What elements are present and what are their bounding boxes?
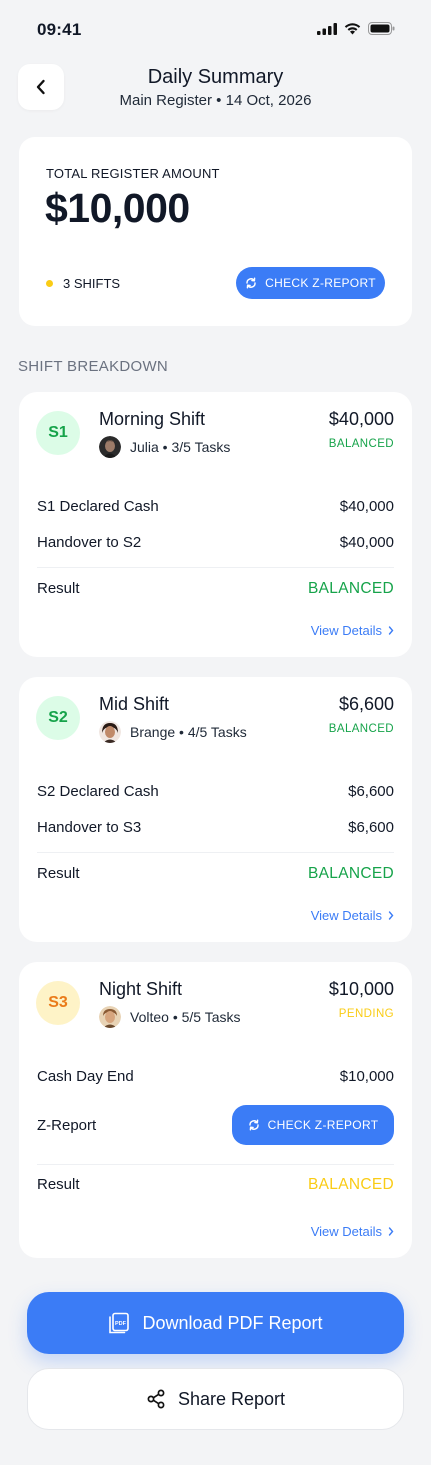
check-z-report-label: CHECK Z-REPORT xyxy=(267,1118,379,1132)
shift-badge: S3 xyxy=(36,981,80,1025)
wifi-icon xyxy=(344,23,361,35)
battery-icon xyxy=(368,22,395,35)
total-register-label: TOTAL REGISTER AMOUNT xyxy=(46,166,220,181)
declared-cash-value: $40,000 xyxy=(339,498,394,515)
sync-icon xyxy=(248,1119,259,1131)
share-report-label: Share Report xyxy=(177,1388,286,1409)
view-details-label: View Details xyxy=(310,908,382,923)
shift-badge: S2 xyxy=(36,696,80,740)
result-label: Result xyxy=(37,865,80,882)
total-register-amount: $10,000 xyxy=(45,185,190,231)
handover-value: $40,000 xyxy=(339,534,394,551)
result-value: BALANCED xyxy=(308,580,394,597)
declared-cash-label: S1 Declared Cash xyxy=(37,498,159,515)
avatar xyxy=(99,1006,121,1028)
shift-amount: $40,000 xyxy=(328,409,394,429)
shift-meta: Brange • 4/5 Tasks xyxy=(130,724,247,740)
shift-card-s3: S3 Night Shift Volteo • 5/5 Tasks $10,00… xyxy=(19,962,412,1258)
shift-name: Morning Shift xyxy=(99,409,206,429)
view-details-link[interactable]: View Details xyxy=(311,1224,394,1239)
z-report-label: Z-Report xyxy=(37,1117,97,1134)
download-pdf-label: Download PDF Report xyxy=(142,1312,323,1333)
cellular-signal-icon xyxy=(317,22,337,35)
daily-summary-screen: 09:41 Daily Summary Main Register • 14 O… xyxy=(0,0,431,1465)
cash-day-end-value: $10,000 xyxy=(339,1068,394,1085)
status-time: 09:41 xyxy=(37,20,82,39)
check-z-report-label: CHECK Z-REPORT xyxy=(265,276,376,290)
avatar xyxy=(99,436,121,458)
shift-status-badge: BALANCED xyxy=(328,723,394,735)
avatar xyxy=(99,721,121,743)
view-details-link[interactable]: View Details xyxy=(311,908,394,923)
pdf-file-icon: PDF xyxy=(109,1312,130,1334)
sync-icon xyxy=(246,277,256,289)
handover-label: Handover to S2 xyxy=(37,534,142,551)
page-title: Daily Summary xyxy=(147,66,284,88)
chevron-right-icon xyxy=(388,911,394,920)
cash-day-end-label: Cash Day End xyxy=(37,1068,134,1085)
share-report-button[interactable]: Share Report xyxy=(27,1368,404,1430)
shift-amount: $6,600 xyxy=(338,694,394,714)
shift-meta: Volteo • 5/5 Tasks xyxy=(130,1009,241,1025)
status-bar: 09:41 xyxy=(0,0,431,56)
status-icons xyxy=(317,22,395,35)
view-details-label: View Details xyxy=(310,623,382,638)
shift-name: Night Shift xyxy=(99,979,183,999)
shift-card-s2: S2 Mid Shift Brange • 4/5 Tasks $6,600 B… xyxy=(19,677,412,942)
status-dot xyxy=(46,280,53,287)
result-value: BALANCED xyxy=(308,865,394,882)
handover-label: Handover to S3 xyxy=(37,819,142,836)
view-details-label: View Details xyxy=(310,1224,382,1239)
result-value: BALANCED xyxy=(308,1176,394,1193)
check-z-report-button[interactable]: CHECK Z-REPORT xyxy=(232,1105,394,1145)
declared-cash-label: S2 Declared Cash xyxy=(37,783,159,800)
result-label: Result xyxy=(37,580,80,597)
divider xyxy=(37,567,394,568)
handover-value: $6,600 xyxy=(348,819,394,836)
declared-cash-value: $6,600 xyxy=(348,783,394,800)
divider xyxy=(37,852,394,853)
page-subtitle: Main Register • 14 Oct, 2026 xyxy=(119,92,312,109)
check-z-report-button[interactable]: CHECK Z-REPORT xyxy=(236,267,385,299)
divider xyxy=(37,1164,394,1165)
total-register-card: TOTAL REGISTER AMOUNT $10,000 3 SHIFTS C… xyxy=(19,137,412,326)
shift-meta: Julia • 3/5 Tasks xyxy=(130,439,231,455)
shift-count: 3 SHIFTS xyxy=(63,276,121,291)
result-label: Result xyxy=(37,1176,80,1193)
chevron-right-icon xyxy=(388,1227,394,1236)
view-details-link[interactable]: View Details xyxy=(311,623,394,638)
shift-name: Mid Shift xyxy=(99,694,170,714)
shift-badge: S1 xyxy=(36,411,80,455)
chevron-right-icon xyxy=(388,626,394,635)
share-icon xyxy=(147,1389,165,1409)
shift-status-badge: PENDING xyxy=(338,1008,394,1020)
shift-amount: $10,000 xyxy=(328,979,394,999)
shift-status-badge: BALANCED xyxy=(328,438,394,450)
download-pdf-button[interactable]: PDF Download PDF Report xyxy=(27,1292,404,1354)
section-label: SHIFT BREAKDOWN xyxy=(18,358,169,375)
shift-card-s1: S1 Morning Shift Julia • 3/5 Tasks $40,0… xyxy=(19,392,412,657)
svg-text:PDF: PDF xyxy=(115,1321,127,1327)
